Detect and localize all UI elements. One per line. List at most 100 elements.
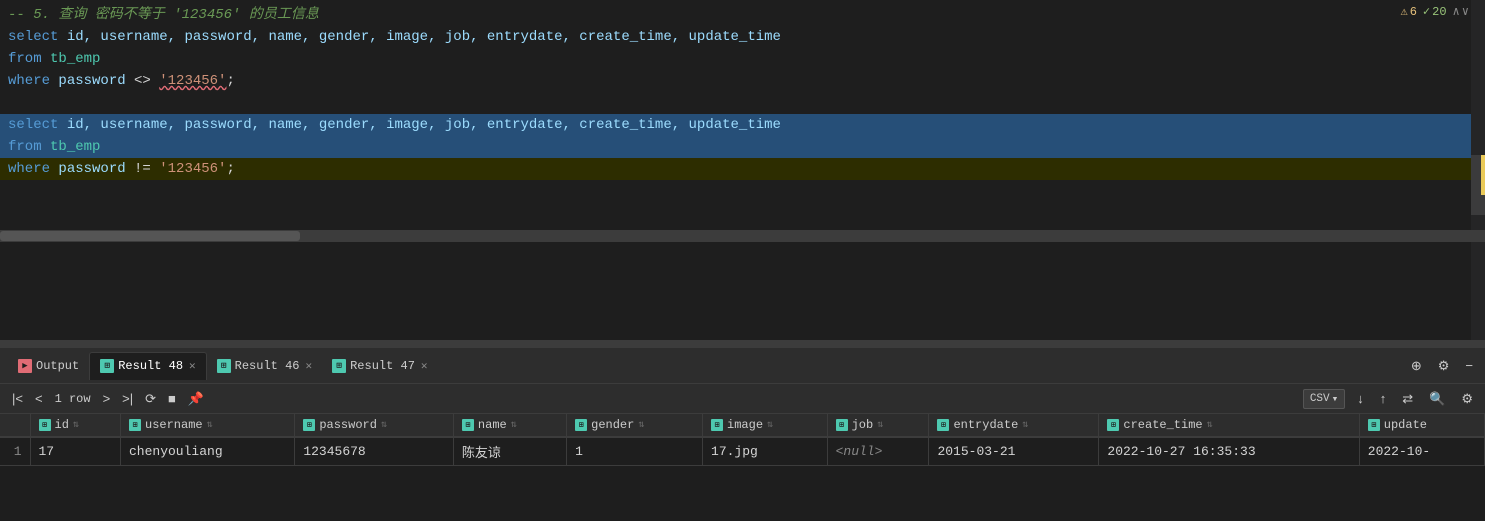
editor-content: ⚠ 6 ✓ 20 ∧ ∨ -- 5. 查询 密码不等于 '123456' 的员工… [0, 0, 1485, 228]
csv-label: CSV [1310, 393, 1330, 405]
th-rownum [0, 414, 30, 437]
th-create-time[interactable]: ⊞ create_time ⇅ [1099, 414, 1359, 437]
sort-icon-id: ⇅ [73, 419, 79, 431]
th-entrydate[interactable]: ⊞ entrydate ⇅ [929, 414, 1099, 437]
th-name[interactable]: ⊞ name ⇅ [453, 414, 566, 437]
cell-gender: 1 [567, 437, 703, 466]
table-row: 1 17 chenyouliang 12345678 陈友谅 1 17.jpg … [0, 437, 1485, 466]
editor-scrollbar-thumb[interactable] [0, 231, 300, 241]
col-label-id: id [55, 418, 69, 432]
csv-export-button[interactable]: CSV ▾ [1303, 389, 1345, 409]
tab-output[interactable]: ▶ Output [8, 352, 89, 380]
next-row-button[interactable]: > [99, 389, 115, 408]
prev-row-button[interactable]: < [31, 389, 47, 408]
table-header: ⊞ id ⇅ ⊞ username ⇅ [0, 414, 1485, 437]
th-image[interactable]: ⊞ image ⇅ [703, 414, 828, 437]
col-icon-job: ⊞ [836, 419, 848, 431]
comment-text: -- 5. 查询 密码不等于 '123456' 的员工信息 [8, 4, 319, 26]
cell-create-time: 2022-10-27 16:35:33 [1099, 437, 1359, 466]
col-icon-create-time: ⊞ [1107, 419, 1119, 431]
sort-icon-password: ⇅ [381, 419, 387, 431]
refresh-button[interactable]: ⟳ [141, 389, 160, 409]
warning-badge: ⚠ 6 [1400, 4, 1416, 19]
keyword-select-1: select [8, 26, 58, 48]
col-icon-username: ⊞ [129, 419, 141, 431]
col-icon-name: ⊞ [462, 419, 474, 431]
result48-tab-icon: ⊞ [100, 359, 114, 373]
tab-result47-label: Result 47 [350, 359, 415, 373]
col-label-gender: gender [591, 418, 634, 432]
col-label-username: username [145, 418, 203, 432]
keyword-from-2: from [8, 136, 42, 158]
arrow-down[interactable]: ∨ [1462, 4, 1469, 19]
col-label-update: update [1384, 418, 1427, 432]
th-job[interactable]: ⊞ job ⇅ [827, 414, 929, 437]
check-icon: ✓ [1423, 4, 1430, 19]
sort-icon-job: ⇅ [877, 419, 883, 431]
result-table: ⊞ id ⇅ ⊞ username ⇅ [0, 414, 1485, 466]
editor-horizontal-scrollbar[interactable] [0, 230, 1485, 242]
col-label-create-time: create_time [1123, 418, 1202, 432]
th-update[interactable]: ⊞ update [1359, 414, 1484, 437]
cell-name: 陈友谅 [453, 437, 566, 466]
keyword-where-1: where [8, 70, 50, 92]
editor-area: ⚠ 6 ✓ 20 ∧ ∨ -- 5. 查询 密码不等于 '123456' 的员工… [0, 0, 1485, 340]
select-line-2: select id, username, password, name, gen… [0, 114, 1485, 136]
tab-output-label: Output [36, 359, 79, 373]
cell-update: 2022-10- [1359, 437, 1484, 466]
col-label-entrydate: entrydate [953, 418, 1018, 432]
table-container: ⊞ id ⇅ ⊞ username ⇅ [0, 414, 1485, 521]
sync-button[interactable]: ⇄ [1398, 389, 1417, 409]
string-value-2: '123456' [159, 158, 226, 180]
keyword-from-1: from [8, 48, 42, 70]
pin-button[interactable]: 📌 [184, 389, 208, 409]
tab-result48-close[interactable]: ✕ [189, 359, 196, 373]
upload-button[interactable]: ↑ [1376, 389, 1391, 408]
tab-result47[interactable]: ⊞ Result 47 ✕ [322, 352, 437, 380]
th-id[interactable]: ⊞ id ⇅ [30, 414, 121, 437]
editor-warnings: ⚠ 6 ✓ 20 ∧ ∨ [1400, 4, 1469, 19]
row-info: 1 row [51, 392, 95, 406]
col-label-name: name [478, 418, 507, 432]
table-settings-button[interactable]: ⚙ [1457, 389, 1477, 409]
sort-icon-name: ⇅ [511, 419, 517, 431]
cell-job: <null> [827, 437, 929, 466]
tab-bar: ▶ Output ⊞ Result 48 ✕ ⊞ Result 46 ✕ ⊞ R… [0, 348, 1485, 384]
tab-result46-label: Result 46 [235, 359, 300, 373]
tab-settings-button[interactable]: ⚙ [1434, 356, 1454, 376]
col-icon-gender: ⊞ [575, 419, 587, 431]
result-toolbar: |< < 1 row > >| ⟳ ■ 📌 CSV ▾ ↓ ↑ ⇄ 🔍 ⚙ [0, 384, 1485, 414]
minimap-scrollbar[interactable] [1471, 155, 1485, 215]
from-line-1: from tb_emp [0, 48, 1485, 70]
th-gender[interactable]: ⊞ gender ⇅ [567, 414, 703, 437]
sort-icon-username: ⇅ [207, 419, 213, 431]
where-line-2: where password != '123456'; [0, 158, 1485, 180]
tab-minimize-button[interactable]: − [1461, 356, 1477, 375]
tab-result47-close[interactable]: ✕ [421, 359, 428, 373]
empty-line-3 [0, 202, 1485, 224]
col-label-password: password [319, 418, 377, 432]
sort-icon-entrydate: ⇅ [1022, 419, 1028, 431]
arrow-up[interactable]: ∧ [1453, 4, 1460, 19]
search-button[interactable]: 🔍 [1425, 389, 1449, 409]
cell-id: 17 [30, 437, 121, 466]
th-username[interactable]: ⊞ username ⇅ [121, 414, 295, 437]
cell-password: 12345678 [295, 437, 454, 466]
tab-add-button[interactable]: ⊕ [1407, 356, 1426, 376]
tab-result48[interactable]: ⊞ Result 48 ✕ [89, 352, 206, 380]
first-row-button[interactable]: |< [8, 389, 27, 408]
minimap [1471, 0, 1485, 340]
string-value-1: '123456' [159, 70, 226, 92]
last-row-button[interactable]: >| [118, 389, 137, 408]
tab-result46[interactable]: ⊞ Result 46 ✕ [207, 352, 322, 380]
tab-result46-close[interactable]: ✕ [305, 359, 312, 373]
sort-icon-gender: ⇅ [638, 419, 644, 431]
result46-tab-icon: ⊞ [217, 359, 231, 373]
download-button[interactable]: ↓ [1353, 389, 1368, 408]
stop-button[interactable]: ■ [164, 389, 180, 408]
keyword-where-2: where [8, 158, 50, 180]
col-icon-id: ⊞ [39, 419, 51, 431]
sort-icon-create-time: ⇅ [1207, 419, 1213, 431]
th-password[interactable]: ⊞ password ⇅ [295, 414, 454, 437]
check-count: 20 [1432, 5, 1446, 19]
